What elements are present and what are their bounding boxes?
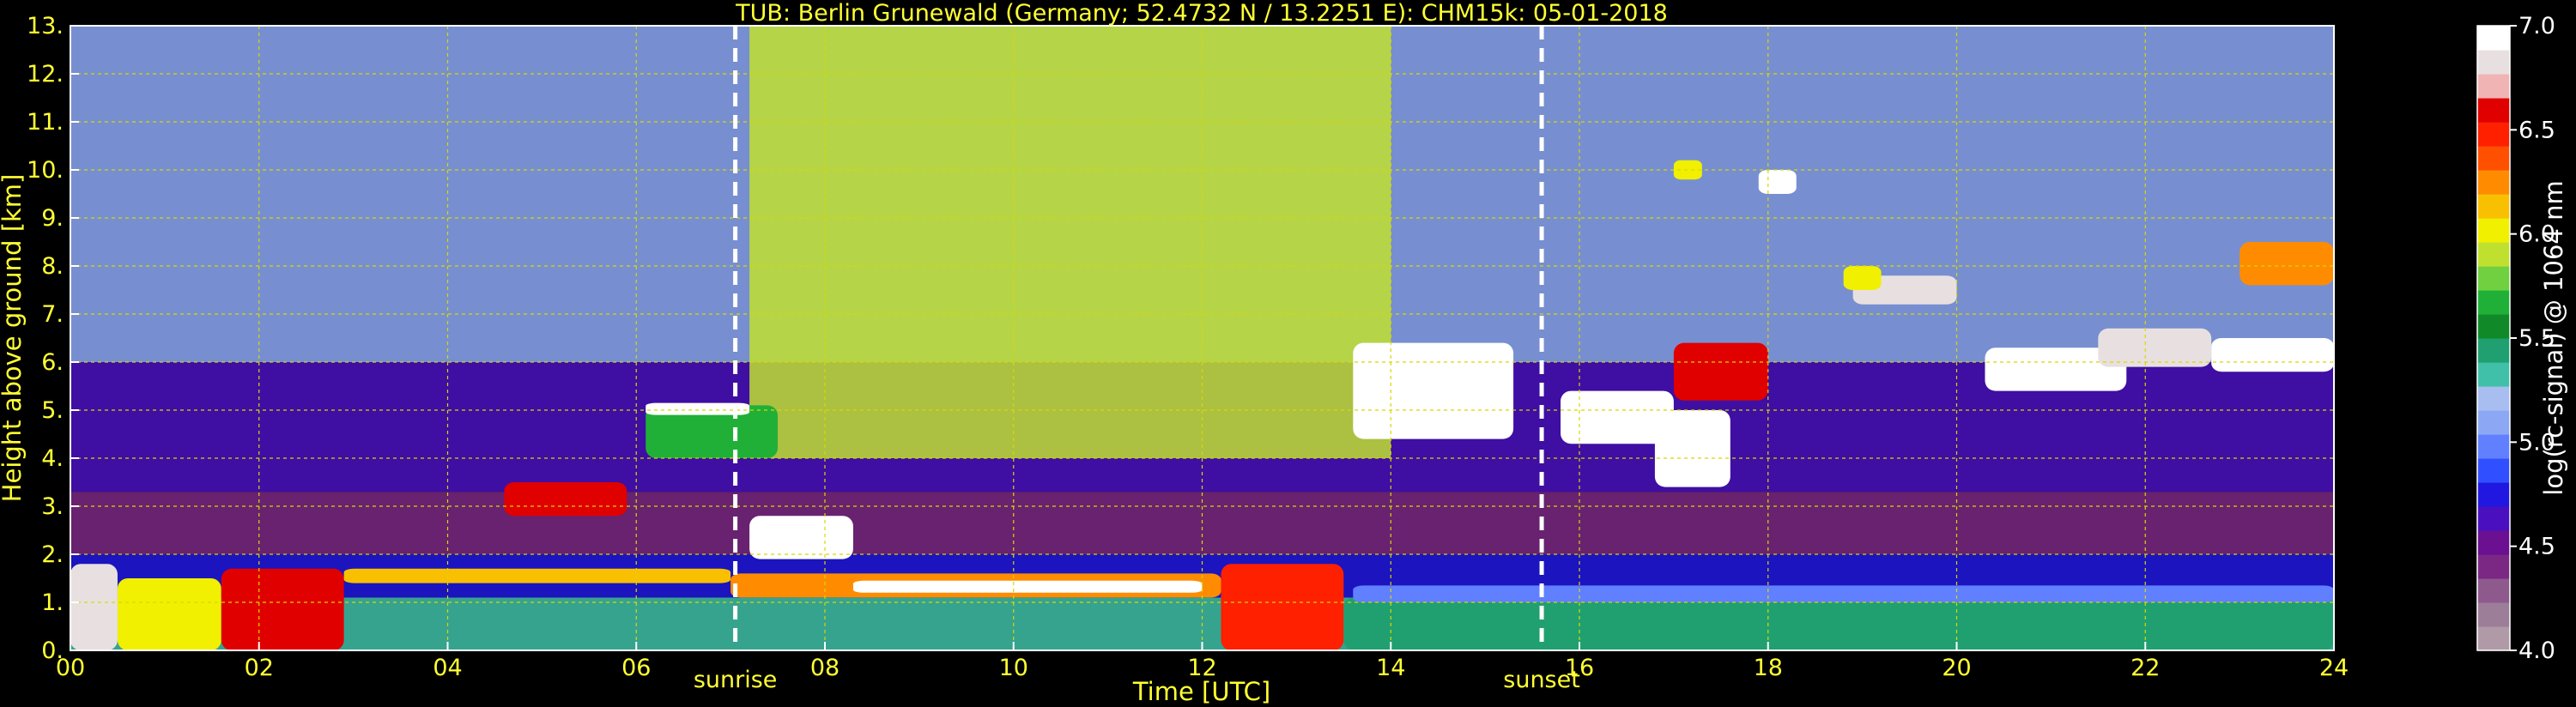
- y-tick-label: 11.: [27, 109, 64, 136]
- x-tick-label: 20: [1942, 655, 1971, 681]
- x-tick-label: 14: [1376, 655, 1405, 681]
- x-axis-label: Time [UTC]: [1132, 677, 1270, 706]
- cloud-layer-7: [1343, 597, 2334, 650]
- cloud-layer-24: [2240, 242, 2334, 286]
- x-tick-label: 06: [621, 655, 651, 681]
- x-tick-label: 08: [810, 655, 839, 681]
- colorbar-segment: [2477, 362, 2510, 387]
- colorbar-segment: [2477, 602, 2510, 627]
- cloud-layer-8: [1353, 585, 2334, 602]
- x-tick-label: 04: [433, 655, 462, 681]
- chart-title: TUB: Berlin Grunewald (Germany; 52.4732 …: [735, 0, 1668, 27]
- colorbar-segment: [2477, 434, 2510, 459]
- colorbar-segment: [2477, 218, 2510, 243]
- colorbar-segment: [2477, 338, 2510, 363]
- cloud-layer-9: [504, 482, 627, 517]
- y-tick-label: 8.: [41, 253, 64, 280]
- x-tick-label: 18: [1754, 655, 1783, 681]
- cloud-layer-1: [117, 578, 221, 650]
- y-tick-label: 9.: [41, 205, 64, 232]
- colorbar-segment: [2477, 74, 2510, 99]
- y-tick-label: 4.: [41, 445, 64, 472]
- cloud-layer-2: [221, 568, 344, 650]
- y-tick-label: 7.: [41, 301, 64, 328]
- x-tick-label: 22: [2131, 655, 2160, 681]
- cloud-layer-20: [1843, 266, 1882, 290]
- colorbar-tick-label: 6.5: [2518, 117, 2555, 143]
- x-tick-label: 16: [1565, 655, 1594, 681]
- ceilometer-chart: TUB: Berlin Grunewald (Germany; 52.4732 …: [0, 0, 2576, 707]
- colorbar-segment: [2477, 98, 2510, 123]
- y-axis-label: Height above ground [km]: [0, 174, 27, 503]
- colorbar-segment: [2477, 410, 2510, 435]
- y-tick-label: 1.: [41, 589, 64, 616]
- cloud-layer-15: [1654, 410, 1730, 487]
- cloud-layer-22: [2098, 328, 2212, 367]
- cloud-layer-0: [70, 564, 118, 650]
- cloud-layer-5: [852, 580, 1203, 593]
- y-tick-label: 10.: [27, 157, 64, 184]
- x-tick-label: 02: [245, 655, 274, 681]
- colorbar-segment: [2477, 578, 2510, 603]
- colorbar: [2476, 25, 2511, 651]
- colorbar-segment: [2477, 122, 2510, 147]
- colorbar-segment: [2477, 266, 2510, 291]
- colorbar-segment: [2477, 194, 2510, 219]
- colorbar-tick-label: 4.0: [2518, 638, 2555, 664]
- background-layer-5: [749, 26, 1391, 458]
- cloud-layer-17: [1758, 170, 1797, 194]
- y-tick-label: 13.: [27, 13, 64, 39]
- y-tick-label: 12.: [27, 61, 64, 88]
- y-tick-label: 0.: [41, 638, 64, 664]
- colorbar-segment: [2477, 386, 2510, 411]
- y-tick-label: 2.: [41, 541, 64, 568]
- y-tick-label: 5.: [41, 397, 64, 424]
- colorbar-segment: [2477, 458, 2510, 483]
- colorbar-segment: [2477, 290, 2510, 315]
- colorbar-segment: [2477, 482, 2510, 507]
- colorbar-segment: [2477, 626, 2510, 651]
- colorbar-segment: [2477, 554, 2510, 579]
- colorbar-segment: [2477, 50, 2510, 75]
- colorbar-label: log(rc-signal) @ 1064 nm: [2539, 180, 2568, 495]
- colorbar-segment: [2477, 530, 2510, 555]
- cloud-layer-3: [343, 568, 731, 583]
- cloud-layer-12: [749, 516, 853, 559]
- colorbar-segment: [2477, 506, 2510, 531]
- colorbar-segment: [2477, 242, 2510, 267]
- sunrise-label: sunrise: [694, 667, 778, 693]
- cloud-layer-13: [1353, 342, 1514, 439]
- colorbar-segment: [2477, 146, 2510, 171]
- x-tick-label: 10: [999, 655, 1028, 681]
- y-tick-label: 3.: [41, 493, 64, 520]
- colorbar-tick-label: 7.0: [2518, 13, 2555, 39]
- colorbar-segment: [2477, 26, 2510, 51]
- colorbar-tick-label: 4.5: [2518, 534, 2555, 560]
- colorbar-segment: [2477, 314, 2510, 339]
- cloud-layer-6: [1221, 564, 1344, 650]
- colorbar-segment: [2477, 170, 2510, 195]
- cloud-layer-16: [1673, 342, 1768, 401]
- x-tick-label: 24: [2319, 655, 2349, 681]
- y-tick-label: 6.: [41, 349, 64, 376]
- cloud-layer-23: [2211, 338, 2334, 372]
